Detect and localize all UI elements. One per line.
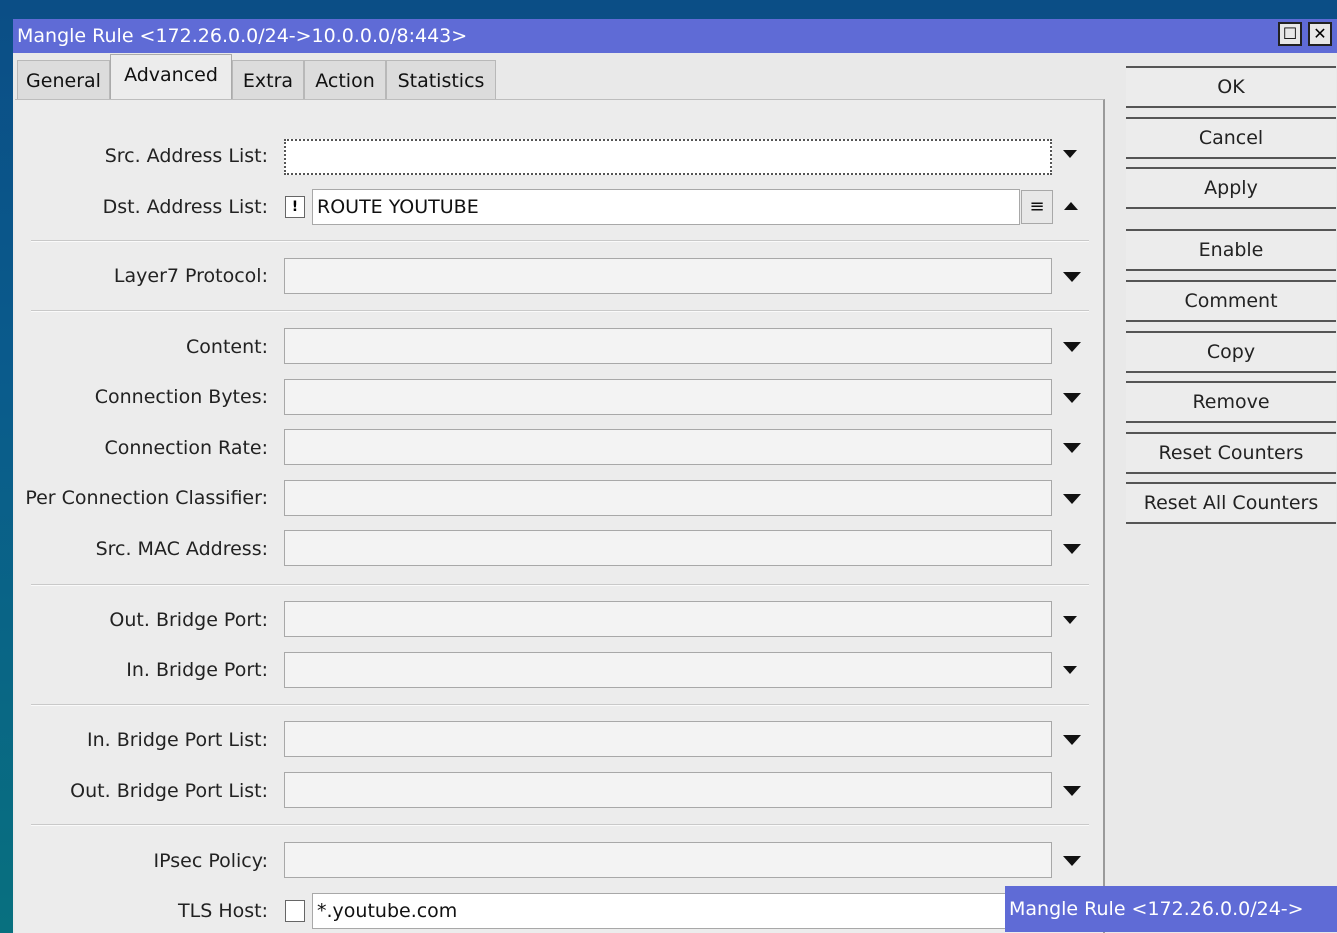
out-bridge-port-list-label: Out. Bridge Port List: xyxy=(70,780,268,802)
tab-action[interactable]: Action xyxy=(304,60,386,100)
in-bridge-port-list-field[interactable] xyxy=(284,721,1052,757)
layer7-protocol-dropdown-icon[interactable] xyxy=(1063,272,1081,282)
tls-host-negate-checkbox[interactable] xyxy=(285,900,305,922)
connection-bytes-dropdown-icon[interactable] xyxy=(1063,393,1081,403)
window-titlebar[interactable]: Mangle Rule <172.26.0.0/24->10.0.0.0/8:4… xyxy=(13,19,1337,53)
connection-rate-label: Connection Rate: xyxy=(104,437,268,459)
connection-rate-dropdown-icon[interactable] xyxy=(1063,443,1081,453)
reset-all-counters-button[interactable]: Reset All Counters xyxy=(1126,482,1336,524)
per-connection-classifier-field[interactable] xyxy=(284,480,1052,516)
src-mac-address-label: Src. MAC Address: xyxy=(95,538,268,560)
content-dropdown-icon[interactable] xyxy=(1063,342,1081,352)
close-icon[interactable]: ✕ xyxy=(1308,22,1332,46)
src-mac-address-dropdown-icon[interactable] xyxy=(1063,544,1081,554)
taskbar-window-item[interactable]: Mangle Rule <172.26.0.0/24-> xyxy=(1005,886,1337,932)
remove-button[interactable]: Remove xyxy=(1126,381,1336,423)
layer7-protocol-field[interactable] xyxy=(284,258,1052,294)
advanced-panel: Src. Address List: Dst. Address List: La… xyxy=(15,99,1105,933)
dst-address-list-remove-icon[interactable] xyxy=(1064,202,1078,210)
ok-button[interactable]: OK xyxy=(1126,66,1336,108)
layer7-protocol-label: Layer7 Protocol: xyxy=(113,265,268,287)
in-bridge-port-list-dropdown-icon[interactable] xyxy=(1063,735,1081,745)
tls-host-label: TLS Host: xyxy=(178,900,268,922)
tab-advanced[interactable]: Advanced xyxy=(110,54,232,100)
out-bridge-port-list-field[interactable] xyxy=(284,772,1052,808)
mangle-rule-window: Mangle Rule <172.26.0.0/24->10.0.0.0/8:4… xyxy=(13,19,1337,933)
separator xyxy=(31,310,1089,312)
per-connection-classifier-label: Per Connection Classifier: xyxy=(25,487,268,509)
out-bridge-port-list-dropdown-icon[interactable] xyxy=(1063,786,1081,796)
separator xyxy=(31,584,1089,586)
tls-host-input[interactable]: *.youtube.com xyxy=(312,893,1052,929)
src-address-list-label: Src. Address List: xyxy=(104,145,268,167)
separator xyxy=(31,240,1089,242)
dst-address-list-negate-checkbox[interactable]: ! xyxy=(285,196,305,218)
reset-counters-button[interactable]: Reset Counters xyxy=(1126,432,1336,474)
ipsec-policy-label: IPsec Policy: xyxy=(153,850,268,872)
ipsec-policy-field[interactable] xyxy=(284,842,1052,878)
tab-extra[interactable]: Extra xyxy=(232,60,304,100)
in-bridge-port-list-label: In. Bridge Port List: xyxy=(86,729,268,751)
enable-button[interactable]: Enable xyxy=(1126,229,1336,271)
negate-mark: ! xyxy=(291,199,299,215)
out-bridge-port-label: Out. Bridge Port: xyxy=(109,609,268,631)
content-label: Content: xyxy=(186,336,268,358)
src-mac-address-field[interactable] xyxy=(284,530,1052,566)
connection-bytes-label: Connection Bytes: xyxy=(94,386,268,408)
apply-button[interactable]: Apply xyxy=(1126,167,1336,209)
separator xyxy=(31,824,1089,826)
tab-statistics[interactable]: Statistics xyxy=(386,60,496,100)
in-bridge-port-label: In. Bridge Port: xyxy=(126,659,268,681)
per-connection-classifier-dropdown-icon[interactable] xyxy=(1063,494,1081,504)
src-address-list-field[interactable] xyxy=(284,139,1052,175)
dst-address-list-label: Dst. Address List: xyxy=(102,196,268,218)
copy-button[interactable]: Copy xyxy=(1126,331,1336,373)
src-address-list-dropdown-icon[interactable] xyxy=(1063,150,1077,158)
connection-bytes-field[interactable] xyxy=(284,379,1052,415)
content-field[interactable] xyxy=(284,328,1052,364)
separator xyxy=(31,704,1089,706)
ipsec-policy-dropdown-icon[interactable] xyxy=(1063,856,1081,866)
out-bridge-port-dropdown-icon[interactable] xyxy=(1063,616,1077,624)
comment-button[interactable]: Comment xyxy=(1126,280,1336,322)
dst-address-list-combo-button[interactable]: ≡ xyxy=(1021,190,1053,224)
in-bridge-port-dropdown-icon[interactable] xyxy=(1063,666,1077,674)
maximize-icon[interactable]: ☐ xyxy=(1278,22,1302,46)
connection-rate-field[interactable] xyxy=(284,429,1052,465)
cancel-button[interactable]: Cancel xyxy=(1126,117,1336,159)
dst-address-list-input[interactable]: ROUTE YOUTUBE xyxy=(312,189,1020,225)
tab-general[interactable]: General xyxy=(17,60,110,100)
out-bridge-port-field[interactable] xyxy=(284,601,1052,637)
in-bridge-port-field[interactable] xyxy=(284,652,1052,688)
window-title: Mangle Rule <172.26.0.0/24->10.0.0.0/8:4… xyxy=(17,25,468,47)
